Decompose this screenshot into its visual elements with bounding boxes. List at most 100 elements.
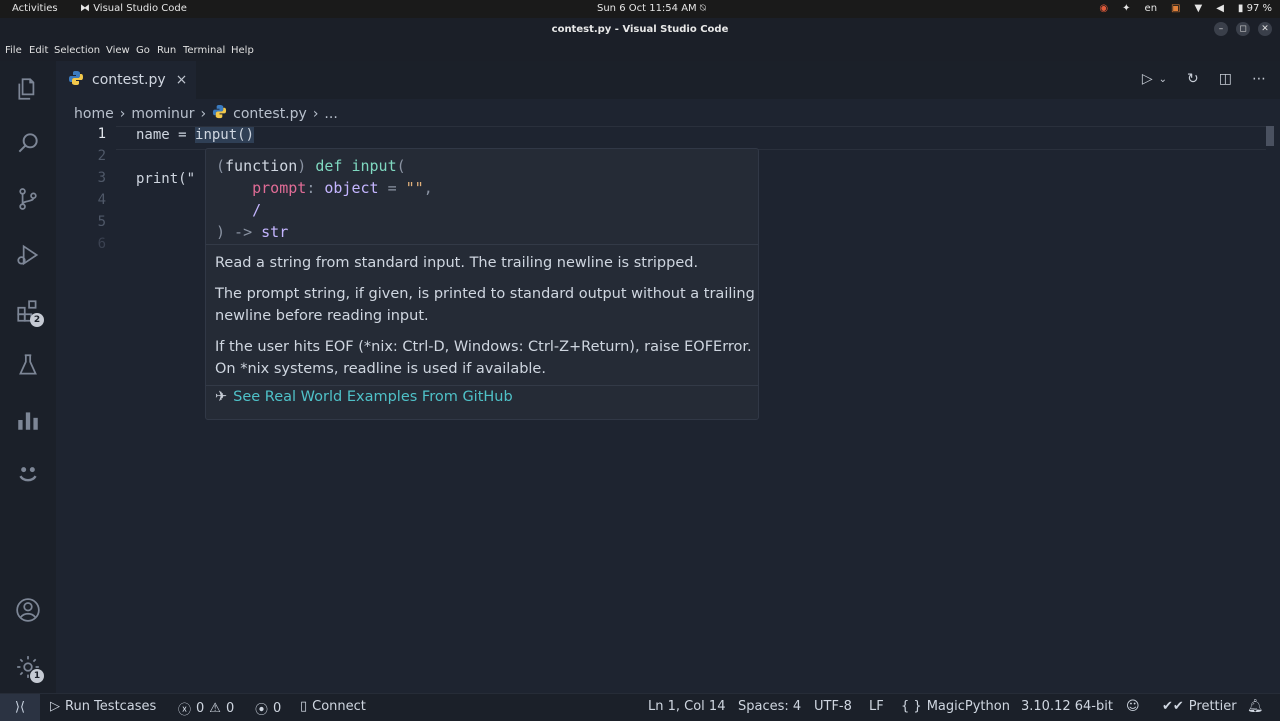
line-number: 6 [97,236,106,252]
indentation[interactable]: Spaces: 4 [738,699,801,714]
end-of-line[interactable]: LF [869,699,884,714]
screen-share-icon[interactable]: ▣ [1171,3,1180,14]
vscode-icon: ⧓ [80,3,94,14]
run-file-icon[interactable]: ▷ [1142,71,1153,87]
run-testcases-button[interactable]: ▷ Run Testcases [50,699,156,714]
breadcrumb-more[interactable]: ... [324,106,337,122]
open-changes-icon[interactable]: ↻ [1187,71,1199,87]
error-icon: ⓧ [178,703,192,718]
breadcrumb-file[interactable]: contest.py [233,106,307,122]
code-line-3[interactable]: print(" [136,171,195,187]
menu-edit[interactable]: Edit [29,45,48,56]
copilot-icon[interactable] [14,461,42,489]
sig-return-type: str [261,223,289,241]
battery-icon: ▮ [1237,3,1247,14]
activity-bar: 2 1 [0,61,56,693]
menu-file[interactable]: File [5,45,22,56]
activities-button[interactable]: Activities [12,3,58,14]
menu-view[interactable]: View [106,45,130,56]
code-line-1[interactable]: name = input() [136,127,255,143]
menu-selection[interactable]: Selection [54,45,100,56]
breadcrumb-home[interactable]: home [74,106,114,122]
cursor-position[interactable]: Ln 1, Col 14 [648,699,725,714]
ubuntu-icon[interactable]: ◉ [1099,3,1108,14]
check-all-icon: ✔✔ [1162,699,1184,714]
battery-indicator[interactable]: ▮ 97 % [1238,3,1272,14]
notifications-bell-icon[interactable]: 🔔︎ [1247,699,1264,714]
tab-close-icon[interactable]: × [176,72,188,88]
accounts-icon[interactable] [14,596,42,624]
problems-indicator[interactable]: ⓧ 0 ⚠ 0 [178,699,234,718]
maximize-icon[interactable]: ◻ [1236,22,1250,36]
line-number: 3 [97,170,106,186]
language-label: MagicPython [926,699,1010,714]
sig-param-default: "" [405,179,424,197]
broadcast-icon: ⦿ [255,703,269,718]
encoding[interactable]: UTF-8 [814,699,852,714]
close-window-icon[interactable]: ✕ [1258,22,1272,36]
clock[interactable]: Sun 6 Oct 11:54 AM ⍉ [597,3,706,14]
sig-function-name: input [351,157,397,175]
window-title-bar: contest.py - Visual Studio Code – ◻ ✕ [0,18,1280,42]
breadcrumb-chevron-icon: › [119,105,126,122]
search-icon[interactable] [14,129,42,157]
sig-paren-close: ) [297,157,307,175]
editor-scrollbar[interactable] [1266,126,1274,146]
doc-paragraph-2: The prompt string, if given, is printed … [215,286,755,324]
python-interpreter[interactable]: 3.10.12 64-bit [1021,699,1113,714]
sig-paren-open: ( [216,157,226,175]
active-app-name: Visual Studio Code [93,3,187,14]
run-testcases-label: Run Testcases [65,699,157,714]
extensions-badge: 2 [30,313,44,327]
explorer-icon[interactable] [14,75,42,103]
testing-icon[interactable] [14,351,42,379]
menu-bar: File Edit Selection View Go Run Terminal… [0,42,1280,61]
sig-params-close: ) [216,223,226,241]
tab-contest-py[interactable]: contest.py × [56,61,196,99]
python-file-icon [68,70,84,90]
menu-go[interactable]: Go [136,45,150,56]
github-examples-link[interactable]: ✈ See Real World Examples From GitHub [215,389,513,405]
volume-icon[interactable]: ◀ [1216,3,1224,14]
menu-terminal[interactable]: Terminal [183,45,225,56]
editor-tab-bar: contest.py × ▷ ⌄ ↻ ◫ ⋯ [56,61,1280,99]
prettier-status[interactable]: ✔✔ Prettier [1162,699,1237,714]
ports-indicator[interactable]: ⦿ 0 [255,699,281,718]
battery-level: 97 % [1246,3,1272,14]
language-indicator[interactable]: en [1145,3,1158,14]
line-number: 2 [97,148,106,164]
current-line-highlight [116,126,1266,150]
play-icon: ▷ [50,699,60,714]
remote-indicator-icon[interactable]: ⟩⟨ [0,694,40,721]
run-debug-icon[interactable] [14,241,42,269]
dnd-icon: ⍉ [699,3,706,14]
breadcrumb-user[interactable]: mominur [131,106,194,122]
split-editor-icon[interactable]: ◫ [1219,71,1232,87]
connect-button[interactable]: ▯ Connect [300,699,366,714]
status-bar: ⟩⟨ ▷ Run Testcases ⓧ 0 ⚠ 0 ⦿ 0 ▯ Connect Ln 1,… [0,693,1280,721]
window-title: contest.py - Visual Studio Code [551,24,729,35]
active-app-label[interactable]: ⧓ Visual Studio Code [80,3,187,14]
extensions-icon[interactable]: 2 [14,297,44,327]
sig-params-open: ( [396,157,406,175]
sig-kind: function [225,157,298,175]
source-control-icon[interactable] [14,185,42,213]
settings-gear-icon[interactable]: 1 [14,653,44,683]
copilot-status-icon[interactable]: ☺ [1126,699,1140,714]
ports-count: 0 [273,701,282,716]
tab-label: contest.py [92,72,166,88]
language-mode[interactable]: { } MagicPython [901,699,1010,714]
menu-help[interactable]: Help [231,45,254,56]
wifi-icon[interactable]: ▼ [1195,3,1203,14]
menu-run[interactable]: Run [157,45,176,56]
accessibility-icon[interactable]: ✦ [1122,3,1130,14]
stats-icon[interactable] [14,406,42,434]
minimize-icon[interactable]: – [1214,22,1228,36]
run-dropdown-chevron-icon[interactable]: ⌄ [1159,74,1167,85]
breadcrumb-chevron-icon: › [312,105,319,122]
sig-return-arrow: -> [225,223,262,241]
settings-badge: 1 [30,669,44,683]
more-actions-icon[interactable]: ⋯ [1252,71,1266,87]
connect-label: Connect [312,699,366,714]
code-token-call: input() [195,127,255,143]
